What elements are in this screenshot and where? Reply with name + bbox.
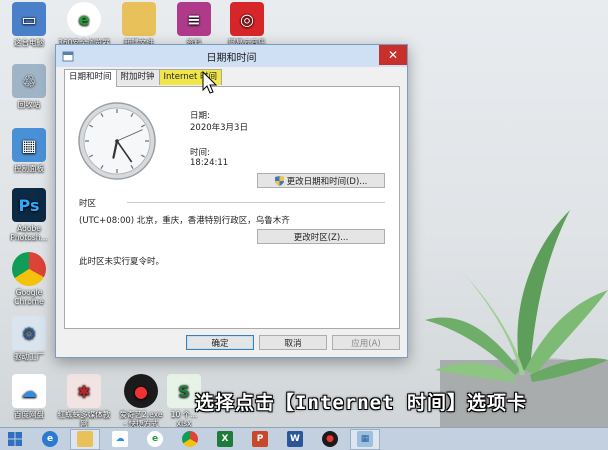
dst-note: 此时区未实行夏令时。 <box>79 257 165 267</box>
desktop-icon-this-pc[interactable]: ▭ 这台电脑 <box>0 2 58 47</box>
chrome-icon <box>182 431 198 447</box>
taskbar-excel[interactable]: X <box>210 429 240 450</box>
excel-icon: X <box>217 431 233 447</box>
tab-additional-clocks[interactable]: 附加时钟 <box>115 69 160 85</box>
taskbar-netease-music[interactable]: ● <box>315 429 345 450</box>
taskbar-baidu-netdisk[interactable]: ☁ <box>105 429 135 450</box>
windows-start-icon <box>8 432 22 446</box>
desktop-icon-netease-music[interactable]: ◎ 网易云音乐 <box>218 2 276 47</box>
tab-panel-date-and-time: 日期: 2020年3月3日 时间: 18:24:11 更改日期和时间(D)...… <box>64 86 400 329</box>
time-value: 18:24:11 <box>190 158 229 168</box>
netease-music-icon: ● <box>322 431 338 447</box>
tab-strip: 日期和时间 附加时钟 Internet 时间 <box>64 69 222 87</box>
date-time-window-icon <box>62 51 74 62</box>
taskbar-chrome[interactable] <box>175 429 205 450</box>
close-button[interactable]: ✕ <box>379 45 407 65</box>
desktop-icon-driver-factory[interactable]: ⚙ 驱动工厂 <box>0 316 58 361</box>
desktop-icon-chrome[interactable]: Google Chrome <box>0 252 58 306</box>
ok-button[interactable]: 确定 <box>186 335 254 350</box>
word-icon: W <box>287 431 303 447</box>
baidu-netdisk-icon: ☁ <box>112 431 128 447</box>
section-divider <box>127 202 385 203</box>
desktop-icon-baidu-netdisk[interactable]: ☁ 百度网盘 <box>0 374 58 419</box>
recycle-bin-icon: ♲ <box>12 64 46 98</box>
360-browser-icon: e <box>67 2 101 36</box>
taskbar-ie[interactable]: e <box>35 429 65 450</box>
360-browser-icon: e <box>147 431 163 447</box>
change-timezone-label: 更改时区(Z)... <box>293 232 349 243</box>
taskbar-360-browser[interactable]: e <box>140 429 170 450</box>
driver-factory-icon: ⚙ <box>12 316 46 350</box>
ie-browser-icon: e <box>42 431 58 447</box>
network-icon: ▦ <box>357 431 373 447</box>
archive-icon: ≡ <box>177 2 211 36</box>
taskbar-date-time-window[interactable]: ▦ <box>350 428 380 450</box>
date-value: 2020年3月3日 <box>190 123 248 133</box>
apply-button[interactable]: 应用(A) <box>332 335 400 350</box>
chrome-icon <box>12 252 46 286</box>
dialog-title-bar[interactable]: 日期和时间 ✕ <box>56 45 407 67</box>
powerpoint-icon: P <box>252 431 268 447</box>
desktop-icon-360-browser[interactable]: e 360安全浏览器 <box>55 2 113 47</box>
date-label: 日期: <box>190 111 210 121</box>
desktop-icon-photoshop[interactable]: Ps Adobe Photosh... <box>0 188 58 242</box>
change-timezone-button[interactable]: 更改时区(Z)... <box>257 229 385 244</box>
desktop-icon-control-panel[interactable]: ▦ 控制面板 <box>0 128 58 173</box>
red-spider-icon: ✱ <box>67 374 101 408</box>
taskbar: e ☁ e X P W ● ▦ <box>0 427 608 450</box>
taskbar-word[interactable]: W <box>280 429 310 450</box>
tutorial-subtitle: 选择点击【Internet 时间】选项卡 <box>195 392 527 414</box>
desktop-icon-new-folder[interactable]: 新建文件 <box>110 2 168 47</box>
dialog-title: 日期和时间 <box>206 52 257 64</box>
taskbar-file-explorer[interactable] <box>70 428 100 450</box>
change-date-time-label: 更改日期和时间(D)... <box>286 176 368 187</box>
cancel-button[interactable]: 取消 <box>259 335 327 350</box>
tab-date-and-time[interactable]: 日期和时间 <box>64 69 117 87</box>
close-icon: ✕ <box>387 48 399 62</box>
file-explorer-icon <box>77 431 93 447</box>
taskbar-powerpoint[interactable]: P <box>245 429 275 450</box>
time-label: 时间: <box>190 148 210 158</box>
desktop-icon-data[interactable]: ≡ 资料 <box>165 2 223 47</box>
computer-icon: ▭ <box>12 2 46 36</box>
mouse-cursor-icon <box>202 70 218 94</box>
timezone-value: (UTC+08:00) 北京，重庆，香港特别行政区，乌鲁木齐 <box>79 216 290 226</box>
desktop-icon-red-spider[interactable]: ✱ 红蜘蛛多媒体教 网 <box>55 374 113 428</box>
change-date-time-button[interactable]: 更改日期和时间(D)... <box>257 173 385 188</box>
date-time-dialog: 日期和时间 ✕ 日期和时间 附加时钟 Internet 时间 日期: 2020年… <box>55 44 408 358</box>
uac-shield-icon <box>274 175 284 186</box>
baidu-netdisk-icon: ☁ <box>12 374 46 408</box>
netease-music-icon: ◎ <box>230 2 264 36</box>
start-button[interactable] <box>0 429 30 450</box>
analog-clock <box>78 102 156 180</box>
desktop-icon-recycle-bin[interactable]: ♲ 回收站 <box>0 64 58 109</box>
timezone-section-label: 时区 <box>79 199 97 209</box>
photoshop-icon: Ps <box>12 188 46 222</box>
folder-icon <box>122 2 156 36</box>
control-panel-icon: ▦ <box>12 128 46 162</box>
iqiyi-icon: ● <box>124 374 158 408</box>
